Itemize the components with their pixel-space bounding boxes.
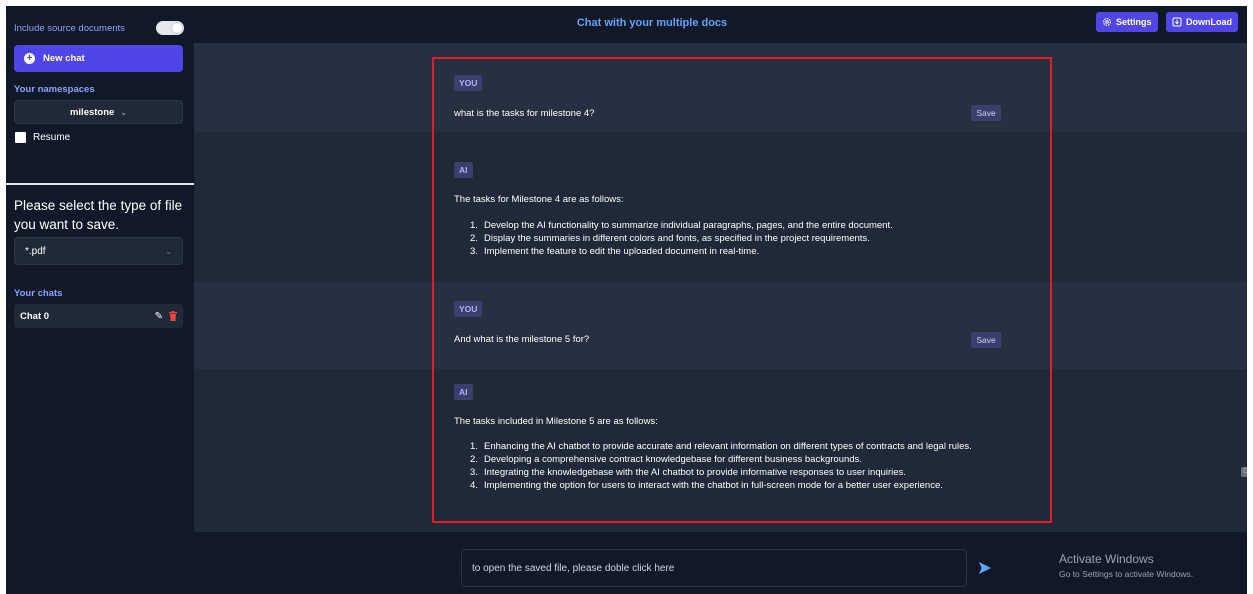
chat-area: YOU what is the tasks for milestone 4? S… xyxy=(194,43,1247,532)
resume-checkbox[interactable] xyxy=(15,132,26,143)
user-message-text: what is the tasks for milestone 4? xyxy=(454,108,595,119)
sidebar-divider xyxy=(6,183,194,185)
page-title: Chat with your multiple docs xyxy=(576,17,728,29)
new-chat-button[interactable]: + New chat xyxy=(14,45,183,72)
new-chat-label: New chat xyxy=(43,53,85,64)
resume-label: Resume xyxy=(33,132,71,143)
resume-row: Resume xyxy=(15,132,70,143)
list-item: 4. Implementing the option for users to i… xyxy=(470,480,943,491)
list-item: 3. Integrating the knowledgebase with the… xyxy=(470,467,906,478)
ai-message-intro: The tasks for Milestone 4 are as follows… xyxy=(454,194,624,205)
plus-circle-icon: + xyxy=(24,53,35,64)
ai-task-list: 1. Enhancing the AI chatbot to provide ac… xyxy=(470,440,1030,492)
list-item: 3. Implement the feature to edit the uplo… xyxy=(470,246,760,257)
ai-task-list: 1. Develop the AI functionality to summar… xyxy=(470,219,1010,258)
download-button[interactable]: DownLoad xyxy=(1166,12,1238,32)
list-item: 1. Develop the AI functionality to summar… xyxy=(470,220,893,231)
ai-message: AI The tasks included in Milestone 5 are… xyxy=(194,369,1247,532)
role-badge-ai: AI xyxy=(454,162,473,178)
save-button[interactable]: Save xyxy=(971,332,1001,348)
file-type-selected-value: *.pdf xyxy=(25,245,46,257)
user-message-text: And what is the milestone 5 for? xyxy=(454,334,590,345)
include-source-toggle-row: Include source documents xyxy=(14,20,184,36)
toggle-knob xyxy=(172,23,182,33)
include-source-toggle[interactable] xyxy=(156,21,184,35)
trash-icon[interactable] xyxy=(169,311,177,321)
namespaces-title: Your namespaces xyxy=(14,84,95,95)
settings-label: Settings xyxy=(1116,17,1152,27)
role-badge-you: YOU xyxy=(454,75,483,91)
send-arrow-icon[interactable] xyxy=(977,560,993,576)
user-message: YOU what is the tasks for milestone 4? S… xyxy=(194,43,1247,132)
file-type-select[interactable]: *.pdf ⌄ xyxy=(14,237,183,265)
sidebar: Include source documents + New chat Your… xyxy=(6,6,194,594)
settings-button[interactable]: Settings xyxy=(1096,12,1158,32)
chevron-down-icon: ⌄ xyxy=(165,246,172,256)
chat-item-label: Chat 0 xyxy=(20,310,50,322)
app-frame: Include source documents + New chat Your… xyxy=(6,6,1247,594)
chats-title: Your chats xyxy=(14,288,63,299)
pencil-icon[interactable]: ✎ xyxy=(155,311,163,322)
include-source-label: Include source documents xyxy=(14,22,125,34)
top-header: Chat with your multiple docs Settings Do… xyxy=(194,6,1247,43)
chat-item-actions: ✎ xyxy=(155,311,177,322)
expand-icon[interactable]: □ xyxy=(1241,467,1247,477)
list-item: 2. Display the summaries in different col… xyxy=(470,233,870,244)
file-type-title: Please select the type of file you want … xyxy=(14,198,183,232)
role-badge-you: YOU xyxy=(454,301,483,317)
list-item: 1. Enhancing the AI chatbot to provide ac… xyxy=(470,441,972,452)
gear-icon xyxy=(1102,17,1112,27)
ai-message: AI The tasks for Milestone 4 are as foll… xyxy=(194,132,1247,282)
sidebar-chat-item[interactable]: Chat 0 ✎ xyxy=(14,304,183,328)
role-badge-ai: AI xyxy=(454,384,473,400)
download-icon xyxy=(1172,17,1182,27)
chat-footer: Activate Windows Go to Settings to activ… xyxy=(194,532,1247,594)
windows-activation-watermark: Activate Windows Go to Settings to activ… xyxy=(1059,552,1194,579)
download-label: DownLoad xyxy=(1186,17,1232,27)
user-message: YOU And what is the milestone 5 for? Sav… xyxy=(194,282,1247,369)
namespace-selected-value: milestone xyxy=(69,106,115,118)
save-button[interactable]: Save xyxy=(971,105,1001,121)
chevron-down-icon: ⌄ xyxy=(120,107,128,117)
namespace-select[interactable]: milestone ⌄ xyxy=(14,100,183,124)
ai-message-intro: The tasks included in Milestone 5 are as… xyxy=(454,416,658,427)
chat-input[interactable] xyxy=(461,549,967,587)
list-item: 2. Developing a comprehensive contract kn… xyxy=(470,454,862,465)
